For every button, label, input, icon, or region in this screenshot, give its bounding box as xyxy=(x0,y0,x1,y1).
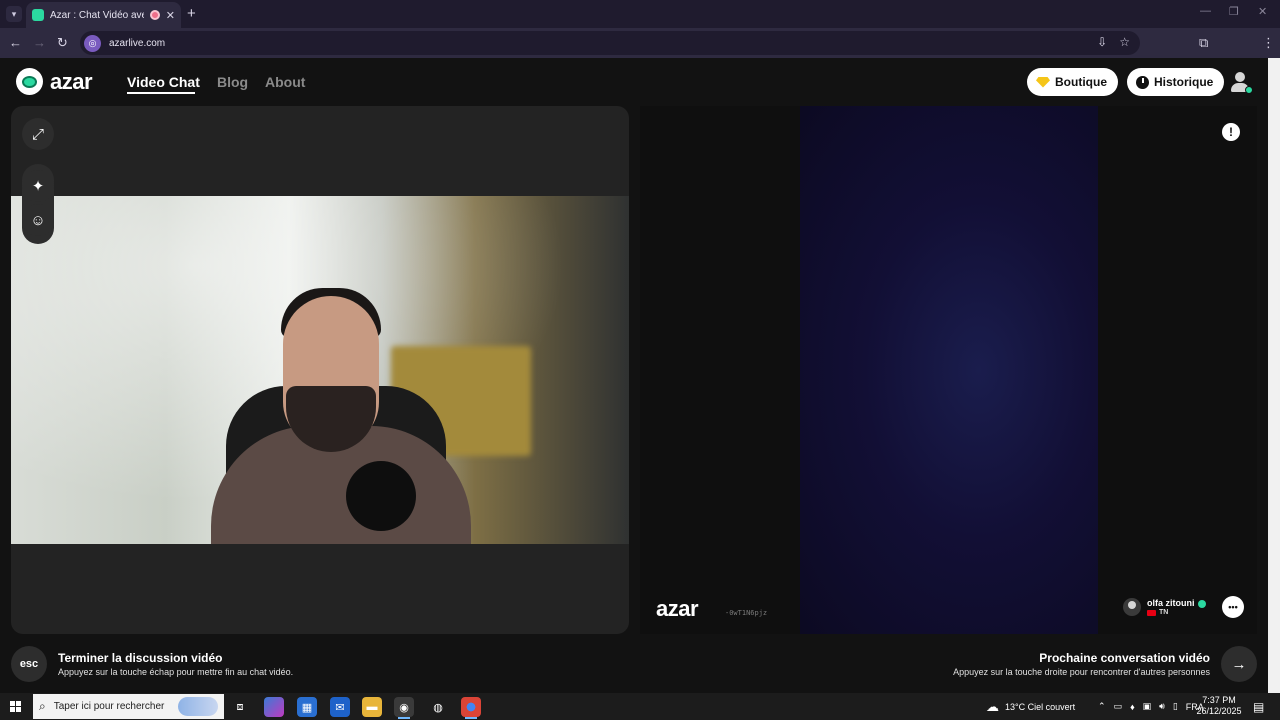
arrow-right-icon[interactable]: → xyxy=(1221,646,1257,682)
address-toolbar: ← → ↻ ◎ azarlive.com ⇩ ☆ t U ⧉ a ⋮ xyxy=(0,28,1280,79)
omnibox[interactable]: ◎ azarlive.com ⇩ ☆ xyxy=(80,31,1140,55)
chat-bubble-icon[interactable]: ••• xyxy=(1222,596,1244,618)
shop-button[interactable]: Boutique xyxy=(1027,68,1118,96)
weather-widget[interactable]: ☁ 13°C Ciel couvert xyxy=(986,693,1075,720)
reload-icon[interactable]: ↻ xyxy=(57,35,68,51)
azar-favicon-icon xyxy=(32,9,44,21)
azar-logo[interactable]: azar xyxy=(16,68,93,95)
store-icon[interactable]: ▦ xyxy=(297,697,317,717)
browser-menu-icon[interactable]: ⋮ xyxy=(1262,35,1275,51)
nav-blog[interactable]: Blog xyxy=(217,74,248,90)
clock-icon xyxy=(1136,75,1149,89)
display-icon[interactable]: ▣ xyxy=(1143,701,1152,712)
history-button[interactable]: Historique xyxy=(1127,68,1225,96)
site-info-icon[interactable]: ◎ xyxy=(84,34,101,52)
browser-tab-strip: ▾ Azar : Chat Vidéo avec de n ✕ + — ❐ ✕ xyxy=(0,0,1280,28)
clock-time: 7:37 PM xyxy=(1202,695,1236,705)
microphone-icon xyxy=(346,461,416,531)
media-app-icon[interactable]: ◍ xyxy=(428,697,448,717)
browser-tab[interactable]: Azar : Chat Vidéo avec de n ✕ xyxy=(26,2,181,28)
outlook-icon[interactable]: ✉ xyxy=(330,697,350,717)
nav-video-chat[interactable]: Video Chat xyxy=(127,74,200,90)
file-explorer-icon[interactable]: ▬ xyxy=(362,697,382,717)
end-chat-hint: Appuyez sur la touche échap pour mettre … xyxy=(58,667,294,677)
report-icon[interactable]: ! xyxy=(1222,123,1240,141)
nav-about[interactable]: About xyxy=(265,74,305,90)
new-tab-icon[interactable]: + xyxy=(187,5,196,22)
azar-watermark: azar xyxy=(656,596,699,621)
system-tray: ⌃ ▭ ♦ ▣ 🔊︎ ▯ FRA xyxy=(1098,693,1204,720)
self-video-panel: ⤢ ✦ ☺ xyxy=(11,106,629,634)
network-icon[interactable]: ▭ xyxy=(1114,701,1123,712)
nav-active-underline xyxy=(127,92,195,94)
tunisia-flag-icon xyxy=(1147,609,1156,616)
profile-icon[interactable] xyxy=(1228,70,1253,94)
smiley-icon[interactable]: ☺ xyxy=(22,204,54,236)
windows-start-icon[interactable] xyxy=(10,701,21,712)
search-placeholder: Taper ici pour rechercher xyxy=(53,701,165,712)
watermark-code: -0wT1N6pjz xyxy=(725,609,768,617)
peer-name: olfa zitouni xyxy=(1147,598,1195,608)
peer-info[interactable]: olfa zitouni TN xyxy=(1123,598,1206,616)
window-close-icon[interactable]: ✕ xyxy=(1258,5,1267,18)
search-icon: ⌕ xyxy=(39,699,46,713)
azar-logo-icon xyxy=(16,68,43,95)
tab-search-icon[interactable]: ▾ xyxy=(6,6,22,22)
tab-close-icon[interactable]: ✕ xyxy=(166,9,175,22)
chrome-icon[interactable] xyxy=(461,697,481,717)
task-view-icon[interactable]: ⧈ xyxy=(230,697,250,717)
active-app-indicator xyxy=(398,717,410,719)
copilot-icon[interactable] xyxy=(264,697,284,717)
search-highlight-image xyxy=(178,697,218,716)
mic-icon[interactable]: ♦ xyxy=(1130,702,1135,712)
gem-icon xyxy=(1036,76,1050,88)
remote-video-panel: ! azar -0wT1N6pjz olfa zitouni TN ••• xyxy=(640,106,1257,634)
weather-text: 13°C Ciel couvert xyxy=(1005,701,1076,712)
back-icon[interactable]: ← xyxy=(9,35,22,50)
notification-icon[interactable]: ▤ xyxy=(1253,693,1264,720)
verified-badge-icon xyxy=(1197,599,1206,608)
forward-icon[interactable]: → xyxy=(33,35,46,50)
url-text: azarlive.com xyxy=(109,37,166,49)
end-chat-button[interactable]: esc xyxy=(11,646,47,682)
edge-icon[interactable]: ◉ xyxy=(394,697,414,717)
windows-taskbar: ⌕ Taper ici pour rechercher ⧈ ▦ ✉ ▬ ◉ ◍ … xyxy=(0,693,1280,720)
next-chat-hint: Appuyez sur la touche droite pour rencon… xyxy=(953,667,1210,677)
peer-country: TN xyxy=(1159,609,1169,616)
volume-icon[interactable]: 🔊︎ xyxy=(1159,701,1165,712)
tab-title: Azar : Chat Vidéo avec de n xyxy=(50,9,144,21)
taskbar-clock[interactable]: 7:37 PM 26/12/2025 xyxy=(1196,695,1242,717)
extensions-puzzle-icon[interactable]: ⧉ xyxy=(1199,35,1208,51)
shop-label: Boutique xyxy=(1055,75,1107,89)
bookmark-star-icon[interactable]: ☆ xyxy=(1119,35,1130,49)
clock-date: 26/12/2025 xyxy=(1196,706,1242,716)
taskbar-search[interactable]: ⌕ Taper ici pour rechercher xyxy=(33,694,224,719)
restore-icon[interactable]: ❐ xyxy=(1229,5,1239,18)
running-app-indicator xyxy=(465,717,477,719)
install-app-icon[interactable]: ⇩ xyxy=(1097,35,1107,49)
expand-icon[interactable]: ⤢ xyxy=(22,118,54,150)
sparkle-icon[interactable]: ✦ xyxy=(22,170,54,202)
remote-camera-feed xyxy=(800,106,1098,634)
history-label: Historique xyxy=(1154,75,1214,89)
minimize-icon[interactable]: — xyxy=(1200,5,1211,17)
next-chat-title: Prochaine conversation vidéo xyxy=(1039,651,1210,665)
self-camera-feed xyxy=(11,196,629,544)
cloud-icon: ☁ xyxy=(986,698,999,714)
azar-page: azar Video Chat Blog About Boutique Hist… xyxy=(0,58,1268,693)
tray-expand-icon[interactable]: ⌃ xyxy=(1098,701,1106,712)
page-scrollbar[interactable] xyxy=(1268,58,1280,693)
shortcut-bar: esc Terminer la discussion vidéo Appuyez… xyxy=(0,638,1268,688)
end-chat-title: Terminer la discussion vidéo xyxy=(58,651,223,665)
online-status-dot xyxy=(1245,86,1253,94)
peer-avatar xyxy=(1123,598,1141,616)
battery-icon[interactable]: ▯ xyxy=(1173,701,1178,712)
recording-indicator-icon xyxy=(149,10,160,20)
logo-text: azar xyxy=(50,68,93,94)
